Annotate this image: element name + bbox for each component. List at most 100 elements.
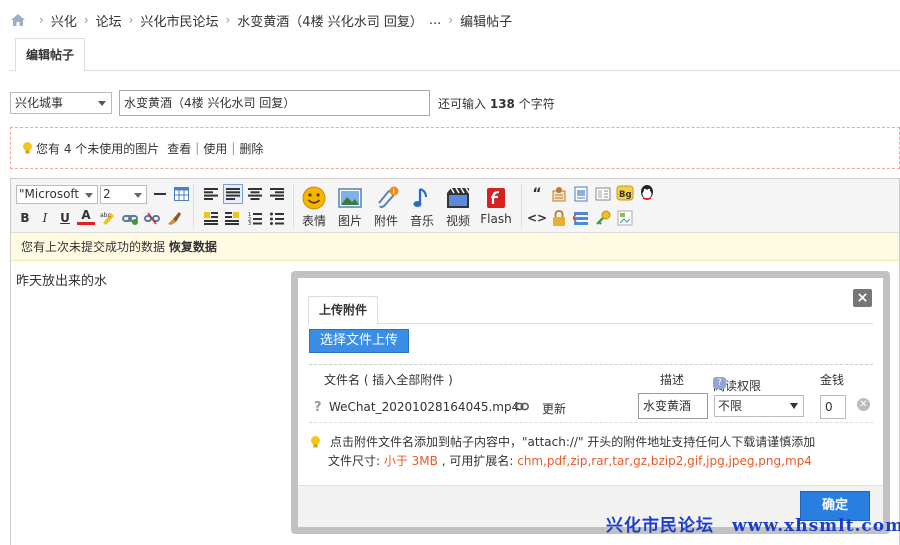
header-filename[interactable]: 文件名 ( 插入全部附件 ) — [324, 371, 453, 388]
font-family-select[interactable]: "Microsoft — [16, 185, 98, 204]
use-images-link[interactable]: 使用 — [203, 140, 227, 157]
read-permission-select[interactable]: 不限 — [714, 395, 804, 417]
chevron-down-icon — [790, 403, 798, 409]
breadcrumb-item-current: 编辑帖子 — [460, 14, 513, 30]
clear-format-icon[interactable] — [165, 209, 183, 227]
flash-icon — [487, 188, 505, 208]
attachment-price-input[interactable]: 0 — [820, 395, 846, 419]
divider: | — [195, 141, 200, 155]
delete-attachment-icon[interactable]: ✕ — [857, 398, 870, 411]
key-icon[interactable] — [594, 209, 612, 227]
toolbar-separator — [521, 184, 522, 228]
unlink-icon[interactable] — [143, 209, 161, 227]
view-images-link[interactable]: 查看 — [167, 140, 191, 157]
align-justify-icon[interactable] — [223, 184, 243, 204]
breadcrumb-separator: › — [225, 13, 231, 27]
font-family-value: "Microsoft — [19, 187, 80, 201]
image-icon — [338, 188, 362, 208]
float-left-icon[interactable] — [202, 209, 220, 227]
svg-text:Bg: Bg — [619, 190, 632, 200]
subject-input[interactable]: 水变黄酒（4楼 兴化水司 回复） — [119, 90, 430, 116]
float-right-icon[interactable] — [223, 209, 241, 227]
char-counter: 还可输入 138 个字符 — [438, 95, 555, 112]
category-select[interactable]: 兴化城事 — [10, 92, 112, 114]
toolbar-separator — [193, 184, 194, 228]
free-block-icon[interactable] — [550, 185, 568, 203]
attachment-row: ? WeChat_20201028164045.mp4 更新 水变黄酒 不限 0… — [309, 392, 873, 422]
attachment-tip: 点击附件文件名添加到帖子内容中，"attach://" 开头的附件地址支持任何人… — [309, 433, 815, 450]
breadcrumb-separator: › — [39, 13, 44, 27]
attachment-description-input[interactable]: 水变黄酒 — [638, 393, 708, 419]
breadcrumb-item-board[interactable]: 兴化市民论坛 — [140, 11, 218, 30]
unused-images-text: 您有 4 个未使用的图片 — [36, 141, 160, 156]
quote-button[interactable]: “ — [528, 185, 546, 203]
image-button[interactable]: 图片 — [333, 185, 367, 229]
tab-edit-post[interactable]: 编辑帖子 — [15, 38, 85, 72]
align-right-icon[interactable] — [268, 185, 286, 203]
qq-icon[interactable] — [638, 184, 656, 202]
attachment-label: 附件 — [373, 214, 398, 228]
lightbulb-icon — [23, 142, 32, 154]
file-size-limit: 小于 3MB — [383, 454, 438, 468]
image-label: 图片 — [337, 214, 362, 228]
watermark-name: 兴化市民论坛 — [606, 516, 714, 536]
extensions-label: , 可用扩展名: — [437, 454, 518, 468]
chevron-down-icon — [134, 193, 142, 198]
table-icon[interactable] — [172, 185, 190, 203]
dialog-tab-bar: 上传附件 — [308, 290, 873, 325]
file-limit-info: 文件尺寸: 小于 3MB , 可用扩展名: chm,pdf,zip,rar,ta… — [328, 452, 812, 469]
breadcrumb-item-thread[interactable]: 水变黄酒（4楼 兴化水司 回复） — [237, 11, 423, 30]
highlight-icon[interactable]: abc — [99, 209, 117, 227]
title-row: 兴化城事 水变黄酒（4楼 兴化水司 回复） 还可输入 138 个字符 — [10, 90, 555, 116]
close-icon[interactable]: × — [853, 289, 872, 307]
home-icon[interactable] — [10, 13, 26, 27]
update-attachment-link[interactable]: 更新 — [542, 400, 566, 417]
attachment-filename-link[interactable]: WeChat_20201028164045.mp4 — [329, 400, 519, 414]
music-label: 音乐 — [409, 214, 434, 228]
flash-button[interactable]: Flash — [479, 185, 513, 226]
divider: | — [231, 141, 236, 155]
svg-text:abc: abc — [100, 212, 111, 219]
breadcrumb-item-forum[interactable]: 论坛 — [96, 11, 122, 30]
restore-data-link[interactable]: 恢复数据 — [169, 240, 217, 254]
music-button[interactable]: 音乐 — [405, 185, 439, 229]
video-button[interactable]: 视频 — [441, 185, 475, 229]
link-icon[interactable] — [515, 402, 529, 411]
horizontal-rule-icon[interactable] — [151, 185, 169, 203]
delete-images-link[interactable]: 删除 — [239, 140, 263, 157]
counter-suffix: 个字符 — [518, 96, 555, 111]
counter-value: 138 — [489, 96, 515, 111]
ordered-list-icon[interactable]: 123 — [246, 209, 264, 227]
align-left-icon[interactable] — [202, 185, 220, 203]
editor-toolbar: "Microsoft 2 B I U A abc 123 表情 图片 i 附件 … — [11, 179, 899, 233]
code-button[interactable]: <> — [527, 209, 547, 227]
align-center-icon[interactable] — [246, 185, 264, 203]
unordered-list-icon[interactable] — [268, 209, 286, 227]
paperclip-icon: i — [378, 186, 399, 208]
breadcrumb-item-xinghua[interactable]: 兴化 — [51, 11, 77, 30]
italic-button[interactable]: I — [36, 209, 54, 227]
background-icon[interactable]: Bg — [616, 184, 634, 202]
help-icon[interactable]: ? — [713, 377, 726, 389]
lock-icon[interactable] — [550, 209, 568, 227]
attachment-button[interactable]: i 附件 — [369, 185, 403, 229]
font-color-button[interactable]: A — [77, 208, 95, 225]
select-file-upload-button[interactable]: 选择文件上传 — [309, 329, 409, 353]
bold-button[interactable]: B — [16, 209, 34, 227]
smiley-icon — [302, 186, 326, 210]
svg-text:3: 3 — [248, 221, 251, 225]
broken-image-icon[interactable] — [616, 209, 634, 227]
page-icon[interactable] — [572, 185, 590, 203]
upload-attachment-dialog: 上传附件 × 选择文件上传 文件名 ( 插入全部附件 ) 描述 阅读权限 ? 金… — [298, 278, 883, 527]
password-icon[interactable] — [572, 209, 590, 227]
tab-upload-attachment[interactable]: 上传附件 — [308, 296, 378, 325]
draft-text: 您有上次未提交成功的数据 — [21, 240, 166, 254]
category-value: 兴化城事 — [15, 96, 64, 110]
font-size-select[interactable]: 2 — [100, 185, 147, 204]
attachment-tip-text: 点击附件文件名添加到帖子内容中，"attach://" 开头的附件地址支持任何人… — [330, 435, 816, 449]
emoji-button[interactable]: 表情 — [297, 185, 331, 229]
index-icon[interactable] — [594, 185, 612, 203]
underline-button[interactable]: U — [56, 209, 74, 227]
link-icon[interactable] — [121, 209, 139, 227]
editor-content[interactable]: 昨天放出来的水 — [16, 270, 107, 289]
